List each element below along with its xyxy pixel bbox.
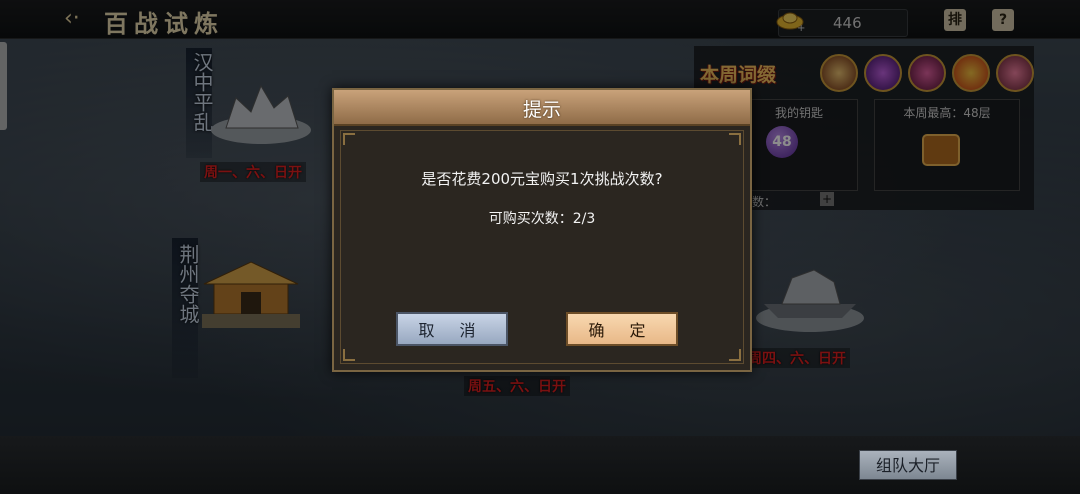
dialog-message: 是否花费200元宝购买1次挑战次数? — [421, 170, 663, 188]
corner-ornament — [729, 133, 741, 145]
dialog-title: 提示 — [522, 99, 561, 121]
dialog-header: 提示 — [334, 90, 750, 126]
team-lobby-button[interactable]: 组队大厅 — [859, 450, 957, 480]
corner-ornament — [343, 349, 355, 361]
remaining-purchases: 可购买次数：2/3 — [488, 211, 596, 227]
purchase-dialog: 提示 是否花费200元宝购买1次挑战次数? 可购买次数：2/3 取 消 确 定 — [332, 88, 752, 372]
cancel-button[interactable]: 取 消 — [396, 312, 508, 346]
corner-ornament — [343, 133, 355, 145]
corner-ornament — [729, 349, 741, 361]
confirm-button[interactable]: 确 定 — [566, 312, 678, 346]
